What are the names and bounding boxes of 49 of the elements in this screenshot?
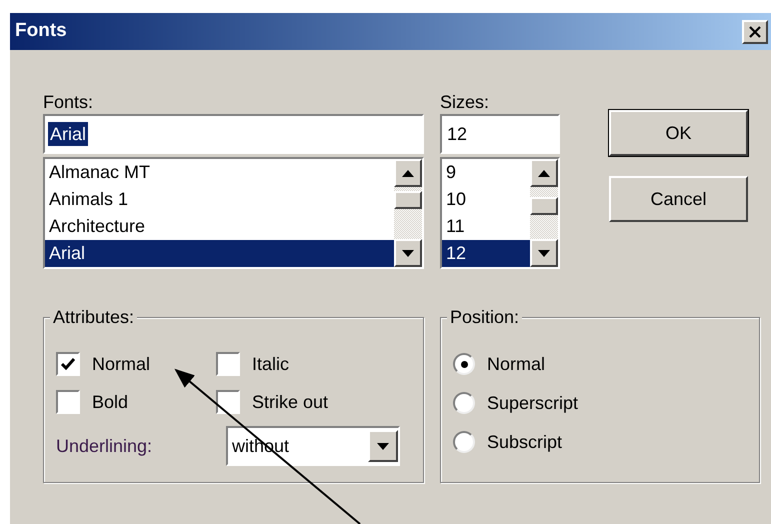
scrollbar[interactable] xyxy=(530,159,558,267)
field-label: Fonts: xyxy=(43,91,94,114)
list-item[interactable]: Architecture xyxy=(45,213,394,240)
list-item[interactable]: 12 xyxy=(442,240,530,267)
text-field[interactable]: 12 xyxy=(440,114,560,154)
list-item[interactable]: Almanac MT xyxy=(45,159,394,186)
down-arrow-icon xyxy=(402,250,414,256)
dropdown-button[interactable] xyxy=(368,430,398,462)
up-arrow-icon xyxy=(538,170,550,176)
checkbox-label: Bold xyxy=(92,390,128,414)
scrollbar[interactable] xyxy=(394,159,422,267)
checkbox[interactable] xyxy=(216,390,240,414)
checkbox[interactable] xyxy=(216,352,240,376)
list-item[interactable]: Animals 1 xyxy=(45,186,394,213)
window-title: Fonts xyxy=(15,19,67,44)
field-label: Sizes: xyxy=(440,91,490,114)
field-value: 12 xyxy=(446,123,468,146)
radio-button[interactable] xyxy=(453,392,475,414)
list-item[interactable]: 10 xyxy=(442,186,530,213)
dialog-button[interactable]: OK xyxy=(609,110,748,156)
down-arrow-icon xyxy=(538,250,550,256)
dialog-button[interactable]: Cancel xyxy=(609,176,748,222)
scroll-down-button[interactable] xyxy=(530,239,558,267)
scroll-thumb[interactable] xyxy=(394,191,422,209)
checkbox[interactable] xyxy=(56,352,80,376)
checkbox[interactable] xyxy=(56,390,80,414)
checkbox-label: Italic xyxy=(252,352,290,376)
scroll-down-button[interactable] xyxy=(394,239,422,267)
scroll-up-button[interactable] xyxy=(530,159,558,187)
radio-label: Superscript xyxy=(487,392,578,415)
radio-label: Normal xyxy=(487,352,546,376)
scroll-thumb[interactable] xyxy=(530,197,558,215)
radio-button[interactable] xyxy=(453,431,475,453)
underlining-label: Underlining: xyxy=(56,434,154,458)
down-arrow-icon xyxy=(377,442,389,450)
field-value: Arial xyxy=(48,122,88,146)
close-button[interactable] xyxy=(742,20,768,44)
check-icon xyxy=(61,358,75,370)
close-icon xyxy=(749,26,761,38)
scroll-up-button[interactable] xyxy=(394,159,422,187)
list-item[interactable]: 9 xyxy=(442,159,530,186)
checkbox-label: Normal xyxy=(92,352,150,376)
up-arrow-icon xyxy=(402,170,414,176)
list-item[interactable]: 11 xyxy=(442,213,530,240)
list-item[interactable]: Arial xyxy=(45,240,394,267)
checkbox-label: Strike out xyxy=(252,390,328,414)
text-field[interactable]: Arial xyxy=(43,114,424,154)
radio-label: Subscript xyxy=(487,430,562,454)
radio-button[interactable] xyxy=(453,353,475,375)
